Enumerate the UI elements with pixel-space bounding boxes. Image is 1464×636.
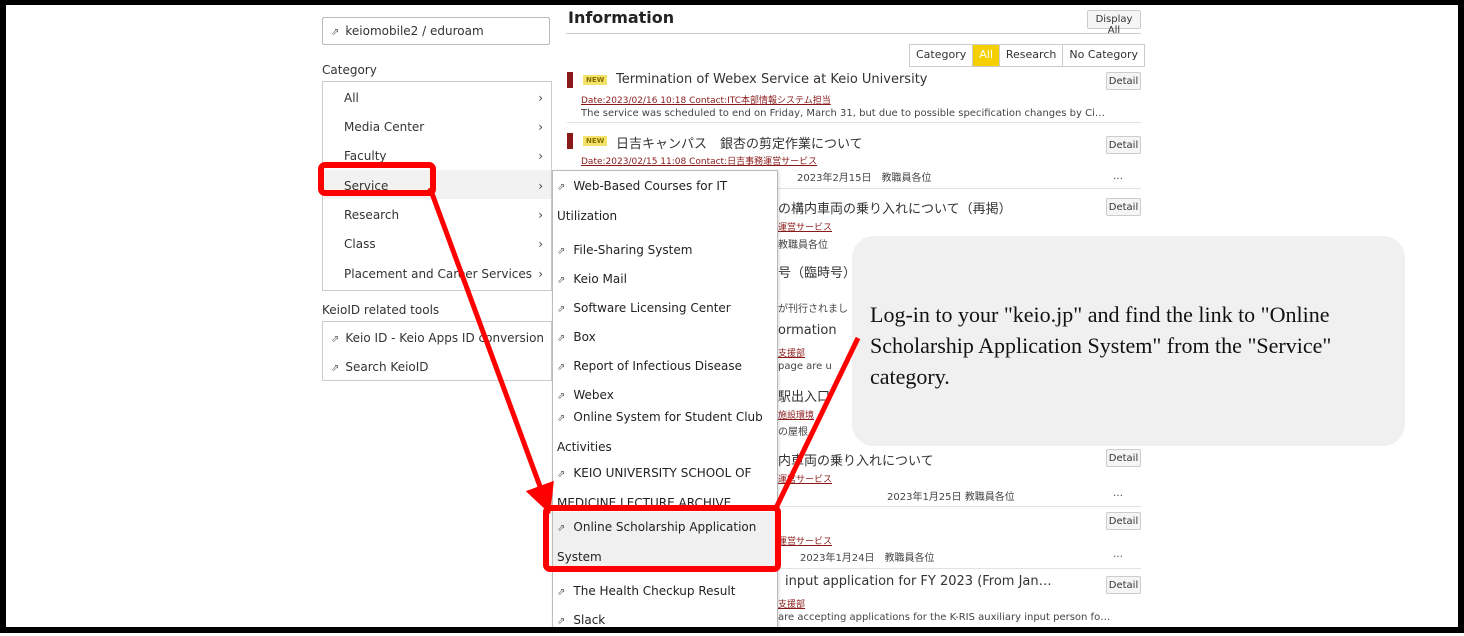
highlight-service [318, 162, 436, 196]
arrow-from-callout [773, 336, 861, 510]
arrow-to-scholarship [427, 187, 554, 515]
highlight-scholarship [543, 505, 781, 572]
